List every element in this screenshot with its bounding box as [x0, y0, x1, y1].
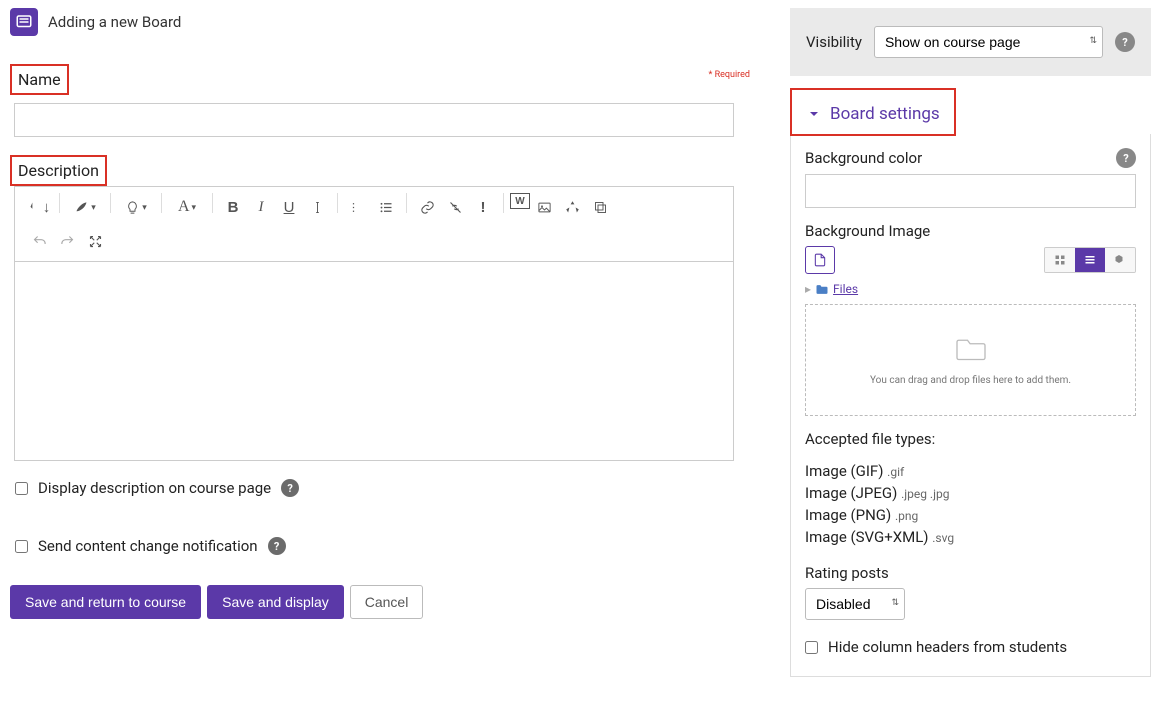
toggle-toolbar-icon[interactable]: ↓	[25, 193, 53, 221]
word-icon[interactable]: W	[510, 193, 530, 209]
chevron-down-icon	[806, 106, 822, 122]
cancel-button[interactable]: Cancel	[350, 585, 424, 619]
type-ext: .png	[895, 509, 918, 523]
help-icon[interactable]: ?	[1115, 32, 1135, 52]
list-ol-icon[interactable]	[344, 193, 372, 221]
board-settings-title: Board settings	[830, 104, 940, 124]
display-desc-checkbox[interactable]	[15, 482, 28, 495]
type-name: Image (PNG)	[805, 506, 891, 524]
page-title: Adding a new Board	[48, 13, 181, 31]
description-label: Description	[10, 155, 107, 186]
type-ext: .jpeg .jpg	[901, 487, 949, 501]
hide-headers-checkbox[interactable]	[805, 641, 818, 654]
redo-icon[interactable]	[53, 227, 81, 255]
drop-hint: You can drag and drop files here to add …	[870, 375, 1071, 386]
view-toggle	[1044, 247, 1136, 273]
brush-icon[interactable]	[66, 193, 104, 221]
list-view-button[interactable]	[1075, 248, 1105, 272]
editor-toolbar: ↓ A B I U ! W	[14, 186, 734, 261]
list-ul-icon[interactable]	[372, 193, 400, 221]
send-notif-checkbox[interactable]	[15, 540, 28, 553]
add-file-button[interactable]	[805, 246, 835, 274]
tree-view-button[interactable]	[1105, 248, 1135, 272]
tree-caret-icon[interactable]: ▸	[805, 282, 811, 296]
bulb-icon[interactable]	[117, 193, 155, 221]
italic-icon[interactable]: I	[247, 193, 275, 221]
rating-label: Rating posts	[805, 564, 889, 582]
help-icon[interactable]: ?	[1116, 148, 1136, 168]
page-header: Adding a new Board	[10, 8, 760, 36]
board-settings-panel: Background color ? Background Image	[790, 134, 1151, 677]
rating-select[interactable]: Disabled	[805, 588, 905, 620]
type-name: Image (SVG+XML)	[805, 528, 929, 546]
image-icon[interactable]	[530, 193, 558, 221]
type-ext: .gif	[887, 465, 904, 479]
underline-icon[interactable]: U	[275, 193, 303, 221]
type-ext: .svg	[932, 531, 954, 545]
visibility-label: Visibility	[806, 33, 862, 51]
folder-outline-icon	[953, 335, 989, 363]
save-return-button[interactable]: Save and return to course	[10, 585, 201, 619]
visibility-row: Visibility Show on course page ?	[790, 8, 1151, 76]
fullscreen-icon[interactable]	[81, 227, 109, 255]
file-drop-zone[interactable]: You can drag and drop files here to add …	[805, 304, 1136, 416]
bold-icon[interactable]: B	[219, 193, 247, 221]
board-icon	[10, 8, 38, 36]
files-link[interactable]: Files	[833, 282, 858, 296]
visibility-select[interactable]: Show on course page	[874, 26, 1103, 58]
required-hint: * Required	[708, 70, 750, 80]
undo-icon[interactable]	[25, 227, 53, 255]
recycle-icon[interactable]	[558, 193, 586, 221]
grid-view-button[interactable]	[1045, 248, 1075, 272]
exclaim-icon[interactable]: !	[469, 193, 497, 221]
text-cursor-icon[interactable]	[303, 193, 331, 221]
copy-icon[interactable]	[586, 193, 614, 221]
help-icon[interactable]: ?	[268, 537, 286, 555]
send-notif-label: Send content change notification	[38, 537, 258, 555]
name-label: Name	[10, 64, 69, 95]
unlink-icon[interactable]	[441, 193, 469, 221]
save-display-button[interactable]: Save and display	[207, 585, 344, 619]
font-icon[interactable]: A	[168, 193, 206, 221]
help-icon[interactable]: ?	[281, 479, 299, 497]
bg-color-input[interactable]	[805, 174, 1136, 208]
bg-image-label: Background Image	[805, 222, 930, 240]
link-icon[interactable]	[413, 193, 441, 221]
display-desc-label: Display description on course page	[38, 479, 271, 497]
type-name: Image (GIF)	[805, 462, 883, 480]
description-editor[interactable]	[14, 261, 734, 461]
bg-color-label: Background color	[805, 149, 922, 167]
board-settings-toggle[interactable]: Board settings	[790, 88, 956, 136]
hide-headers-label: Hide column headers from students	[828, 638, 1067, 656]
folder-icon	[815, 284, 829, 295]
name-input[interactable]	[14, 103, 734, 137]
accepted-types-label: Accepted file types:	[805, 430, 1136, 448]
type-name: Image (JPEG)	[805, 484, 897, 502]
